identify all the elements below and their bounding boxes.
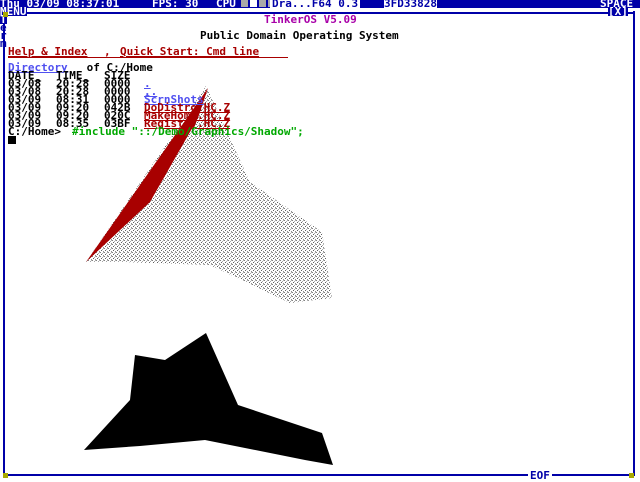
command-prompt: C:/Home>: [8, 125, 61, 138]
page-heading: Public Domain Operating System: [200, 29, 399, 42]
text-cursor[interactable]: [8, 136, 16, 144]
link-separator: ,: [104, 45, 118, 58]
help-link[interactable]: Help & Index: [8, 46, 87, 57]
heading-underline: [8, 57, 288, 58]
shadow-shape: [84, 333, 333, 465]
quickstart-link[interactable]: Quick Start: Cmd line: [120, 46, 259, 57]
command-text: #include "::/Demo/Graphics/Shadow";: [72, 125, 304, 138]
